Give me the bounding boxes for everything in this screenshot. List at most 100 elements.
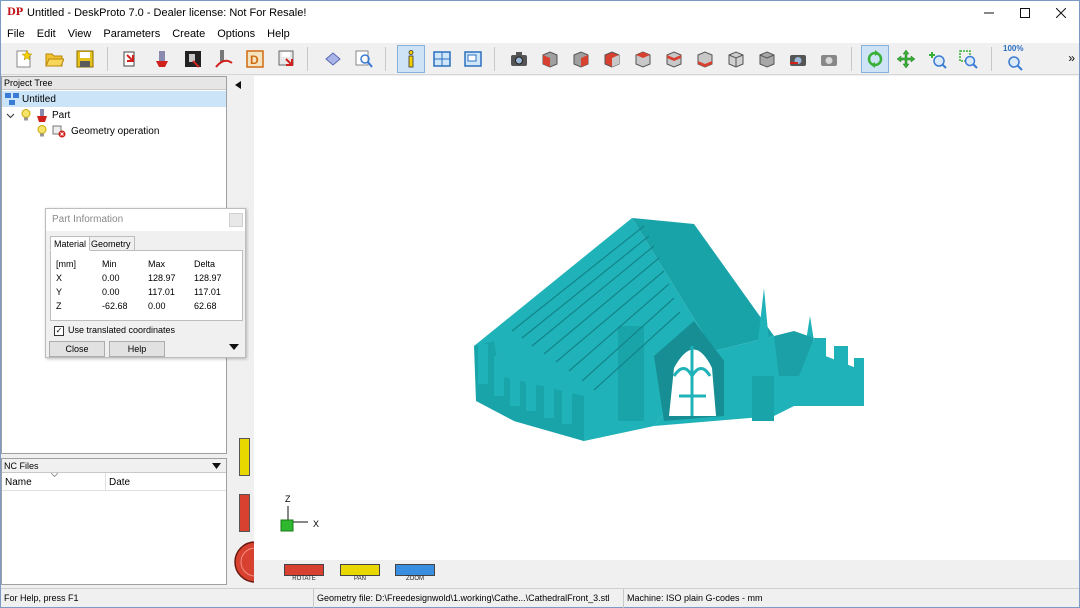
menu-help[interactable]: Help bbox=[261, 25, 296, 43]
column-header-name[interactable]: Name bbox=[5, 477, 32, 488]
collapse-arrow-icon[interactable] bbox=[235, 81, 241, 89]
menu-view[interactable]: View bbox=[62, 25, 98, 43]
toolpath-button[interactable] bbox=[210, 45, 238, 73]
view-bottom-icon bbox=[697, 51, 713, 68]
svg-text:D: D bbox=[250, 53, 259, 67]
expand-arrow-icon[interactable] bbox=[229, 344, 239, 350]
operation-parameters-button[interactable] bbox=[179, 45, 207, 73]
zoom-in-button[interactable] bbox=[923, 45, 951, 73]
tree-item-project[interactable]: Untitled bbox=[2, 91, 226, 107]
row-z-axis: Z bbox=[56, 301, 62, 311]
column-header-date[interactable]: Date bbox=[109, 477, 130, 488]
main-toolbar: D 100% » bbox=[1, 43, 1079, 75]
help-button[interactable]: Help bbox=[109, 341, 165, 357]
layout-view-button[interactable] bbox=[459, 45, 487, 73]
maximize-button[interactable] bbox=[1007, 1, 1043, 25]
save-project-button[interactable] bbox=[71, 45, 99, 73]
dialog-close-button[interactable] bbox=[229, 213, 243, 227]
pan-control-label: PAN bbox=[354, 576, 366, 582]
view-iso-button[interactable] bbox=[722, 45, 750, 73]
tab-material[interactable]: Material bbox=[50, 236, 91, 251]
view-bottom-button[interactable] bbox=[691, 45, 719, 73]
zoom-fit-button[interactable]: 100% bbox=[1001, 44, 1029, 73]
part-parameters-button[interactable] bbox=[148, 45, 176, 73]
dealer-icon: D bbox=[246, 50, 264, 68]
sort-indicator-icon bbox=[51, 473, 58, 477]
row-y-delta: 117.01 bbox=[194, 287, 221, 297]
view-front-button[interactable] bbox=[536, 45, 564, 73]
menu-file[interactable]: File bbox=[1, 25, 31, 43]
toolbar-separator bbox=[494, 47, 495, 71]
view-left-button[interactable] bbox=[598, 45, 626, 73]
split-view-button[interactable] bbox=[428, 45, 456, 73]
header-delta: Delta bbox=[194, 259, 216, 269]
view-back-button[interactable] bbox=[567, 45, 595, 73]
dealer-button[interactable]: D bbox=[241, 45, 269, 73]
dialog-title: Part Information bbox=[46, 209, 245, 231]
zoom-in-icon bbox=[929, 52, 947, 69]
new-project-button[interactable] bbox=[9, 45, 37, 73]
zoom-window-button[interactable] bbox=[954, 45, 982, 73]
close-window-button[interactable] bbox=[1043, 1, 1079, 25]
lightbulb-icon[interactable] bbox=[37, 125, 47, 137]
row-z-min: -62.68 bbox=[102, 301, 128, 311]
view-left-icon bbox=[604, 51, 620, 68]
chevron-down-icon[interactable] bbox=[6, 111, 15, 120]
view-top-icon bbox=[666, 51, 682, 68]
header-max: Max bbox=[148, 259, 166, 269]
info-icon bbox=[408, 50, 414, 68]
reset-view-button[interactable] bbox=[784, 45, 812, 73]
view-iso2-button[interactable] bbox=[753, 45, 781, 73]
app-logo: DP bbox=[7, 7, 24, 18]
snapshot-button[interactable] bbox=[505, 45, 533, 73]
tab-geometry[interactable]: Geometry bbox=[87, 236, 135, 251]
row-y-axis: Y bbox=[56, 287, 63, 297]
tree-item-part[interactable]: Part bbox=[6, 107, 70, 123]
copy-view-icon bbox=[821, 55, 837, 66]
tree-item-label: Untitled bbox=[22, 93, 56, 105]
cathedral-model bbox=[474, 218, 864, 441]
part-parameters-icon bbox=[156, 51, 168, 67]
zoom-control[interactable] bbox=[395, 564, 435, 576]
menu-create[interactable]: Create bbox=[166, 25, 211, 43]
part-icon bbox=[37, 108, 47, 122]
new-project-icon bbox=[16, 49, 33, 68]
copy-view-button[interactable] bbox=[815, 45, 843, 73]
rotate-control[interactable] bbox=[284, 564, 324, 576]
column-divider[interactable] bbox=[105, 473, 106, 491]
row-x-axis: X bbox=[56, 273, 63, 283]
render-button[interactable] bbox=[319, 45, 347, 73]
save-nc-button[interactable] bbox=[272, 45, 300, 73]
translated-coordinates-checkbox[interactable]: ✓ bbox=[54, 326, 64, 336]
nc-files-header: NC Files bbox=[2, 459, 226, 473]
pan-slider[interactable] bbox=[239, 438, 250, 476]
rotate-button[interactable] bbox=[861, 45, 889, 73]
preview-button[interactable] bbox=[350, 45, 378, 73]
pan-control[interactable] bbox=[340, 564, 380, 576]
menu-options[interactable]: Options bbox=[211, 25, 261, 43]
view-iso-icon bbox=[728, 51, 744, 68]
lightbulb-icon[interactable] bbox=[21, 109, 31, 121]
rotate-slider[interactable] bbox=[239, 494, 250, 532]
minimize-icon bbox=[984, 12, 994, 14]
menu-edit[interactable]: Edit bbox=[31, 25, 62, 43]
open-project-button[interactable] bbox=[40, 45, 68, 73]
header-unit: [mm] bbox=[56, 259, 76, 269]
toolbar-overflow-icon[interactable]: » bbox=[1068, 51, 1075, 65]
menu-parameters[interactable]: Parameters bbox=[97, 25, 166, 43]
import-geometry-button[interactable] bbox=[117, 45, 145, 73]
axis-x-label: X bbox=[313, 519, 320, 529]
pan-button[interactable] bbox=[892, 45, 920, 73]
part-information-dialog: Part Information Material Geometry [mm] … bbox=[45, 208, 246, 358]
view-right-button[interactable] bbox=[629, 45, 657, 73]
close-button[interactable]: Close bbox=[49, 341, 105, 357]
minimize-button[interactable] bbox=[971, 1, 1007, 25]
window-title: Untitled - DeskProto 7.0 - Dealer licens… bbox=[27, 7, 307, 19]
dropdown-arrow-icon[interactable] bbox=[212, 463, 221, 469]
info-button[interactable] bbox=[397, 45, 425, 73]
toolbar-separator bbox=[107, 47, 108, 71]
view-top-button[interactable] bbox=[660, 45, 688, 73]
tree-item-geometry-operation[interactable]: Geometry operation bbox=[37, 123, 159, 139]
row-y-min: 0.00 bbox=[102, 287, 120, 297]
3d-viewport[interactable]: Z X bbox=[254, 76, 1078, 560]
